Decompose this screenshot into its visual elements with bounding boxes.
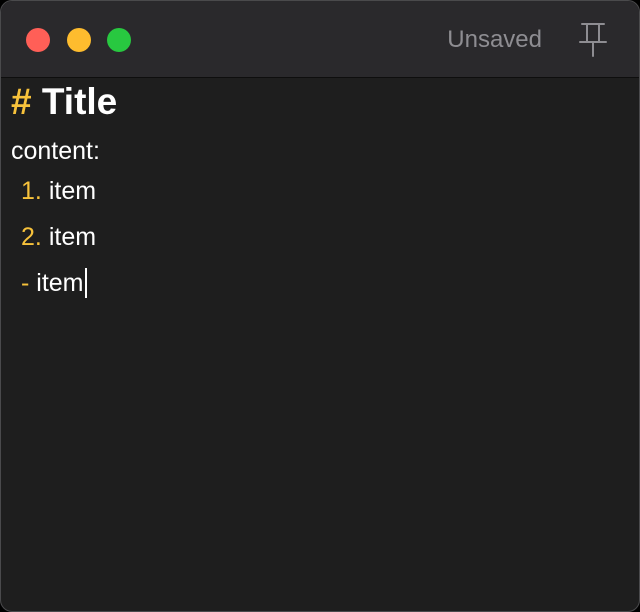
pin-button[interactable] [577, 21, 609, 59]
list-item-marker: 2. [21, 223, 42, 251]
list-item: 1. item [21, 176, 96, 206]
list-item: - item [21, 268, 87, 298]
zoom-window-button[interactable] [107, 28, 131, 52]
pushpin-icon [579, 23, 607, 57]
list-item-text: item [36, 269, 84, 297]
heading-marker: # [11, 81, 32, 122]
heading-text: Title [41, 81, 118, 122]
list-item-text: item [48, 223, 97, 251]
list-item: 2. item [21, 222, 96, 252]
title-bar[interactable]: Unsaved [1, 1, 639, 78]
minimize-window-button[interactable] [67, 28, 91, 52]
heading-line: # Title [11, 82, 117, 122]
close-window-button[interactable] [26, 28, 50, 52]
text-editor[interactable]: # Title content: 1. item 2. item - item [11, 78, 629, 601]
text-cursor [84, 268, 87, 298]
intro-line: content: [11, 137, 100, 165]
list-item-marker: - [21, 269, 30, 297]
save-status-label: Unsaved [447, 26, 542, 53]
list-item-marker: 1. [21, 177, 42, 205]
list-item-text: item [48, 177, 97, 205]
editor-window: Unsaved # Title content: 1. item 2. item… [0, 0, 640, 612]
